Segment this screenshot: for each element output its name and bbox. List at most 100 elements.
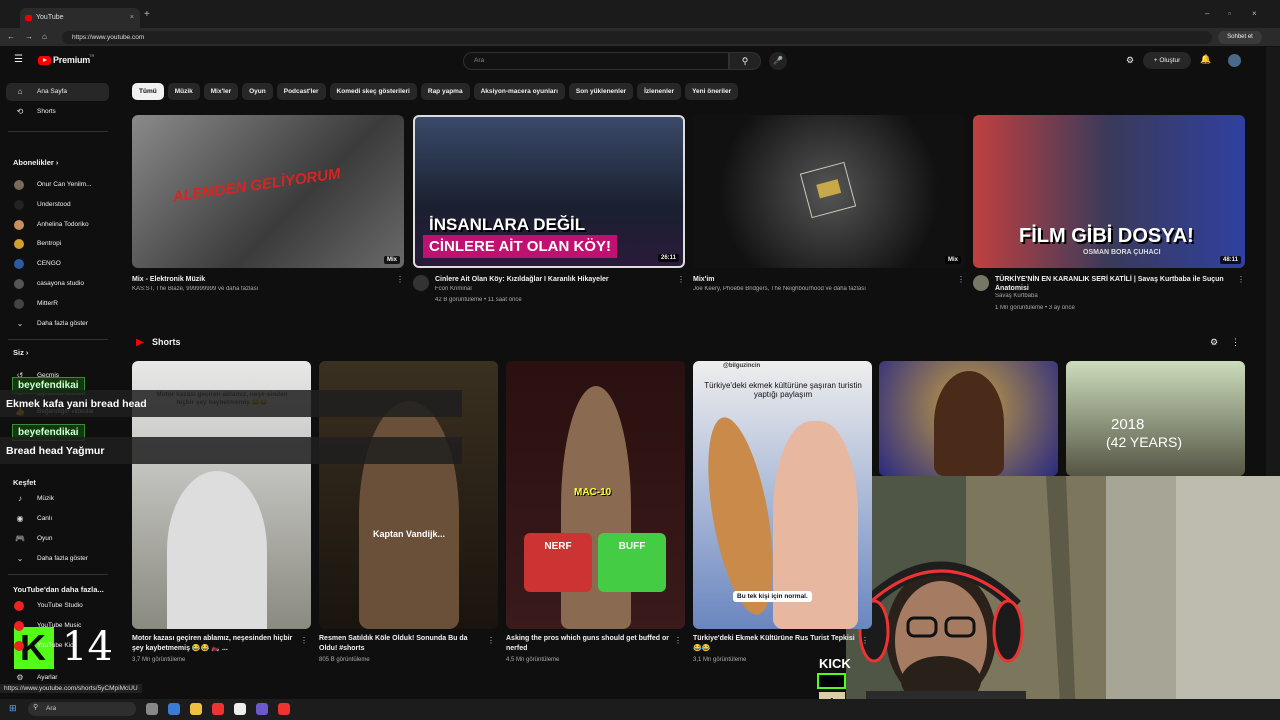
short-thumbnail[interactable] <box>879 361 1058 476</box>
notifications-icon[interactable]: 🔔 <box>1200 54 1211 65</box>
chat-button[interactable]: Sohbet et <box>1218 31 1262 44</box>
video-channel[interactable]: Savaş Kurtbaba <box>995 293 1245 299</box>
chip[interactable]: Rap yapma <box>420 83 470 100</box>
url-field[interactable]: https://www.youtube.com <box>62 31 1212 44</box>
sidebar-settings[interactable]: Ayarlar ⚙ <box>6 669 109 687</box>
sidebar-youtube-app[interactable]: YouTube Studio <box>6 597 109 615</box>
sidebar-subscription[interactable]: Onur Can Yenilm... <box>6 176 109 194</box>
sidebar-item-music[interactable]: Müzik ♪ <box>6 490 109 508</box>
short-more-icon[interactable]: ⋮ <box>674 636 682 645</box>
avatar[interactable] <box>1228 54 1241 67</box>
video-thumbnail[interactable]: İNSANLARA DEĞİL CİNLERE AİT OLAN KÖY! 26:1… <box>413 115 685 268</box>
sidebar-explore-more[interactable]: Daha fazla göster ⌄ <box>6 550 109 568</box>
taskbar-app-icon[interactable] <box>146 703 158 715</box>
video-card[interactable]: İNSANLARA DEĞİL CİNLERE AİT OLAN KÖY! 26:1… <box>413 115 685 320</box>
video-thumbnail[interactable]: FİLM GİBİ DOSYA! OSMAN BORA ÇUHACI 48:11 <box>973 115 1245 268</box>
short-title[interactable]: Türkiye'deki Ekmek Kültürüne Rus Turist … <box>693 634 858 654</box>
video-card[interactable]: FİLM GİBİ DOSYA! OSMAN BORA ÇUHACI 48:11 TÜ… <box>973 115 1245 320</box>
create-label: Oluştur <box>1159 57 1181 64</box>
start-icon[interactable]: ⊞ <box>9 703 17 714</box>
taskbar-app-icon[interactable] <box>168 703 180 715</box>
taskbar-app-icon[interactable] <box>234 703 246 715</box>
video-card[interactable]: ALEMDEN GELİYORUM Mix Mix - Elektronik Müz… <box>132 115 404 320</box>
kick-badge <box>817 673 846 689</box>
chip[interactable]: Aksiyon-macera oyunları <box>473 83 565 100</box>
sidebar-subscription[interactable]: Understood <box>6 196 109 214</box>
short-title[interactable]: Resmen Satıldık Köle Olduk! Sonunda Bu d… <box>319 634 484 654</box>
search-input[interactable]: Ara <box>463 52 729 70</box>
chip[interactable]: Yeni öneriler <box>685 83 739 100</box>
taskbar-app-icon[interactable] <box>256 703 268 715</box>
home-browser-icon[interactable]: ⌂ <box>42 32 47 41</box>
taskbar-app-icon[interactable] <box>190 703 202 715</box>
minimize-icon[interactable]: – <box>1205 9 1209 18</box>
window-close-icon[interactable]: × <box>1252 9 1257 18</box>
sidebar-item-live[interactable]: Canlı ◉ <box>6 510 109 528</box>
back-icon[interactable]: ← <box>7 32 15 41</box>
sidebar-youtube-app[interactable]: YouTube Kids <box>6 637 109 655</box>
video-channel[interactable]: Fcon Kriminal <box>435 286 685 292</box>
video-title[interactable]: Mix - Elektronik Müzik <box>132 275 382 284</box>
video-thumbnail[interactable]: ALEMDEN GELİYORUM Mix <box>132 115 404 268</box>
sidebar-item-shorts[interactable]: Shorts ⟲ <box>6 103 109 121</box>
video-more-icon[interactable]: ⋮ <box>957 275 965 284</box>
taskbar-app-icon[interactable] <box>278 703 290 715</box>
video-title[interactable]: Mix'im <box>693 275 943 284</box>
chip[interactable]: Podcast'ler <box>276 83 326 100</box>
chip[interactable]: Komedi skeç gösterileri <box>329 83 417 100</box>
taskbar-search[interactable]: Ara <box>28 702 136 716</box>
sidebar-subscription[interactable]: MitterR <box>6 295 109 313</box>
chip[interactable]: Tümü <box>132 83 164 100</box>
sidebar-item-ana-sayfa[interactable]: Ana Sayfa ⌂ <box>6 83 109 101</box>
you-title[interactable]: Siz › <box>13 348 28 357</box>
short-thumbnail[interactable]: @bilguzincin Türkiye'deki ekmek kültürüne… <box>693 361 872 629</box>
short-more-icon[interactable]: ⋮ <box>300 636 308 645</box>
chat-message: Bread head Yağmur <box>0 437 462 464</box>
search-button[interactable]: ⚲ <box>729 52 761 70</box>
video-more-icon[interactable]: ⋮ <box>677 275 685 284</box>
chip[interactable]: Mix'ler <box>203 83 239 100</box>
video-duration: Mix <box>944 256 961 264</box>
browser-tab[interactable]: YouTube × <box>20 8 140 28</box>
taskbar-app-icon[interactable] <box>212 703 224 715</box>
video-more-icon[interactable]: ⋮ <box>1237 275 1245 284</box>
sidebar-subscription[interactable]: Bentropi <box>6 235 109 253</box>
chip[interactable]: İzlenenler <box>637 83 682 100</box>
sidebar-subscription[interactable]: CENGO <box>6 255 109 273</box>
short-title[interactable]: Motor kazası geçiren ablamız, neşesinden… <box>132 634 297 654</box>
sidebar-subscription[interactable]: Anhelina Todoriko <box>6 216 109 234</box>
video-thumbnail[interactable]: Mix <box>693 115 965 268</box>
short-thumbnail[interactable]: MAC-10 NERF BUFF <box>506 361 685 629</box>
create-button[interactable]: + Oluştur <box>1143 52 1191 69</box>
channel-avatar[interactable] <box>413 275 429 291</box>
channel-avatar[interactable] <box>973 275 989 291</box>
video-more-icon[interactable]: ⋮ <box>396 275 404 284</box>
video-channel[interactable]: Joe Keery, Phoebe Bridgers, The Neighbou… <box>693 286 943 292</box>
close-tab-icon[interactable]: × <box>130 8 134 28</box>
menu-icon[interactable]: ☰ <box>14 54 23 65</box>
video-channel[interactable]: KAS:ST, The Blaze, 999999999 ve daha faz… <box>132 286 382 292</box>
video-title[interactable]: Cinlere Ait Olan Köy: Kızıldağlar I Kara… <box>435 275 685 284</box>
short-thumbnail[interactable]: 2018 (42 YEARS) <box>1066 361 1245 476</box>
forward-icon[interactable]: → <box>25 32 33 41</box>
sidebar-youtube-app[interactable]: YouTube Music <box>6 617 109 635</box>
maximize-icon[interactable]: ▫ <box>1228 9 1231 18</box>
chip[interactable]: Oyun <box>242 83 273 100</box>
video-title[interactable]: TÜRKİYE'NİN EN KARANLIK SERİ KATİLİ | Sa… <box>995 275 1245 293</box>
subscriptions-title[interactable]: Abonelikler › <box>13 158 58 167</box>
chip[interactable]: Son yüklenenler <box>568 83 634 100</box>
cast-icon[interactable]: ⚙ <box>1126 55 1134 66</box>
short-more-icon[interactable]: ⋮ <box>487 636 495 645</box>
sidebar-item-gaming[interactable]: Oyun 🎮 <box>6 530 109 548</box>
sidebar-show-more[interactable]: Daha fazla göster ⌄ <box>6 315 109 333</box>
shorts-more-icon[interactable]: ⋮ <box>1231 337 1240 348</box>
sidebar-subscription[interactable]: casayona studio <box>6 275 109 293</box>
gaming-icon: 🎮 <box>15 534 25 543</box>
short-more-icon[interactable]: ⋮ <box>861 636 869 645</box>
chip[interactable]: Müzik <box>167 83 200 100</box>
new-tab-icon[interactable]: + <box>144 9 150 20</box>
voice-search-icon[interactable]: 🎤 <box>769 52 787 70</box>
short-title[interactable]: Asking the pros which guns should get bu… <box>506 634 671 654</box>
video-card[interactable]: Mix Mix'im Joe Keery, Phoebe Bridgers, The… <box>693 115 965 320</box>
shorts-settings-icon[interactable]: ⚙ <box>1210 337 1218 348</box>
